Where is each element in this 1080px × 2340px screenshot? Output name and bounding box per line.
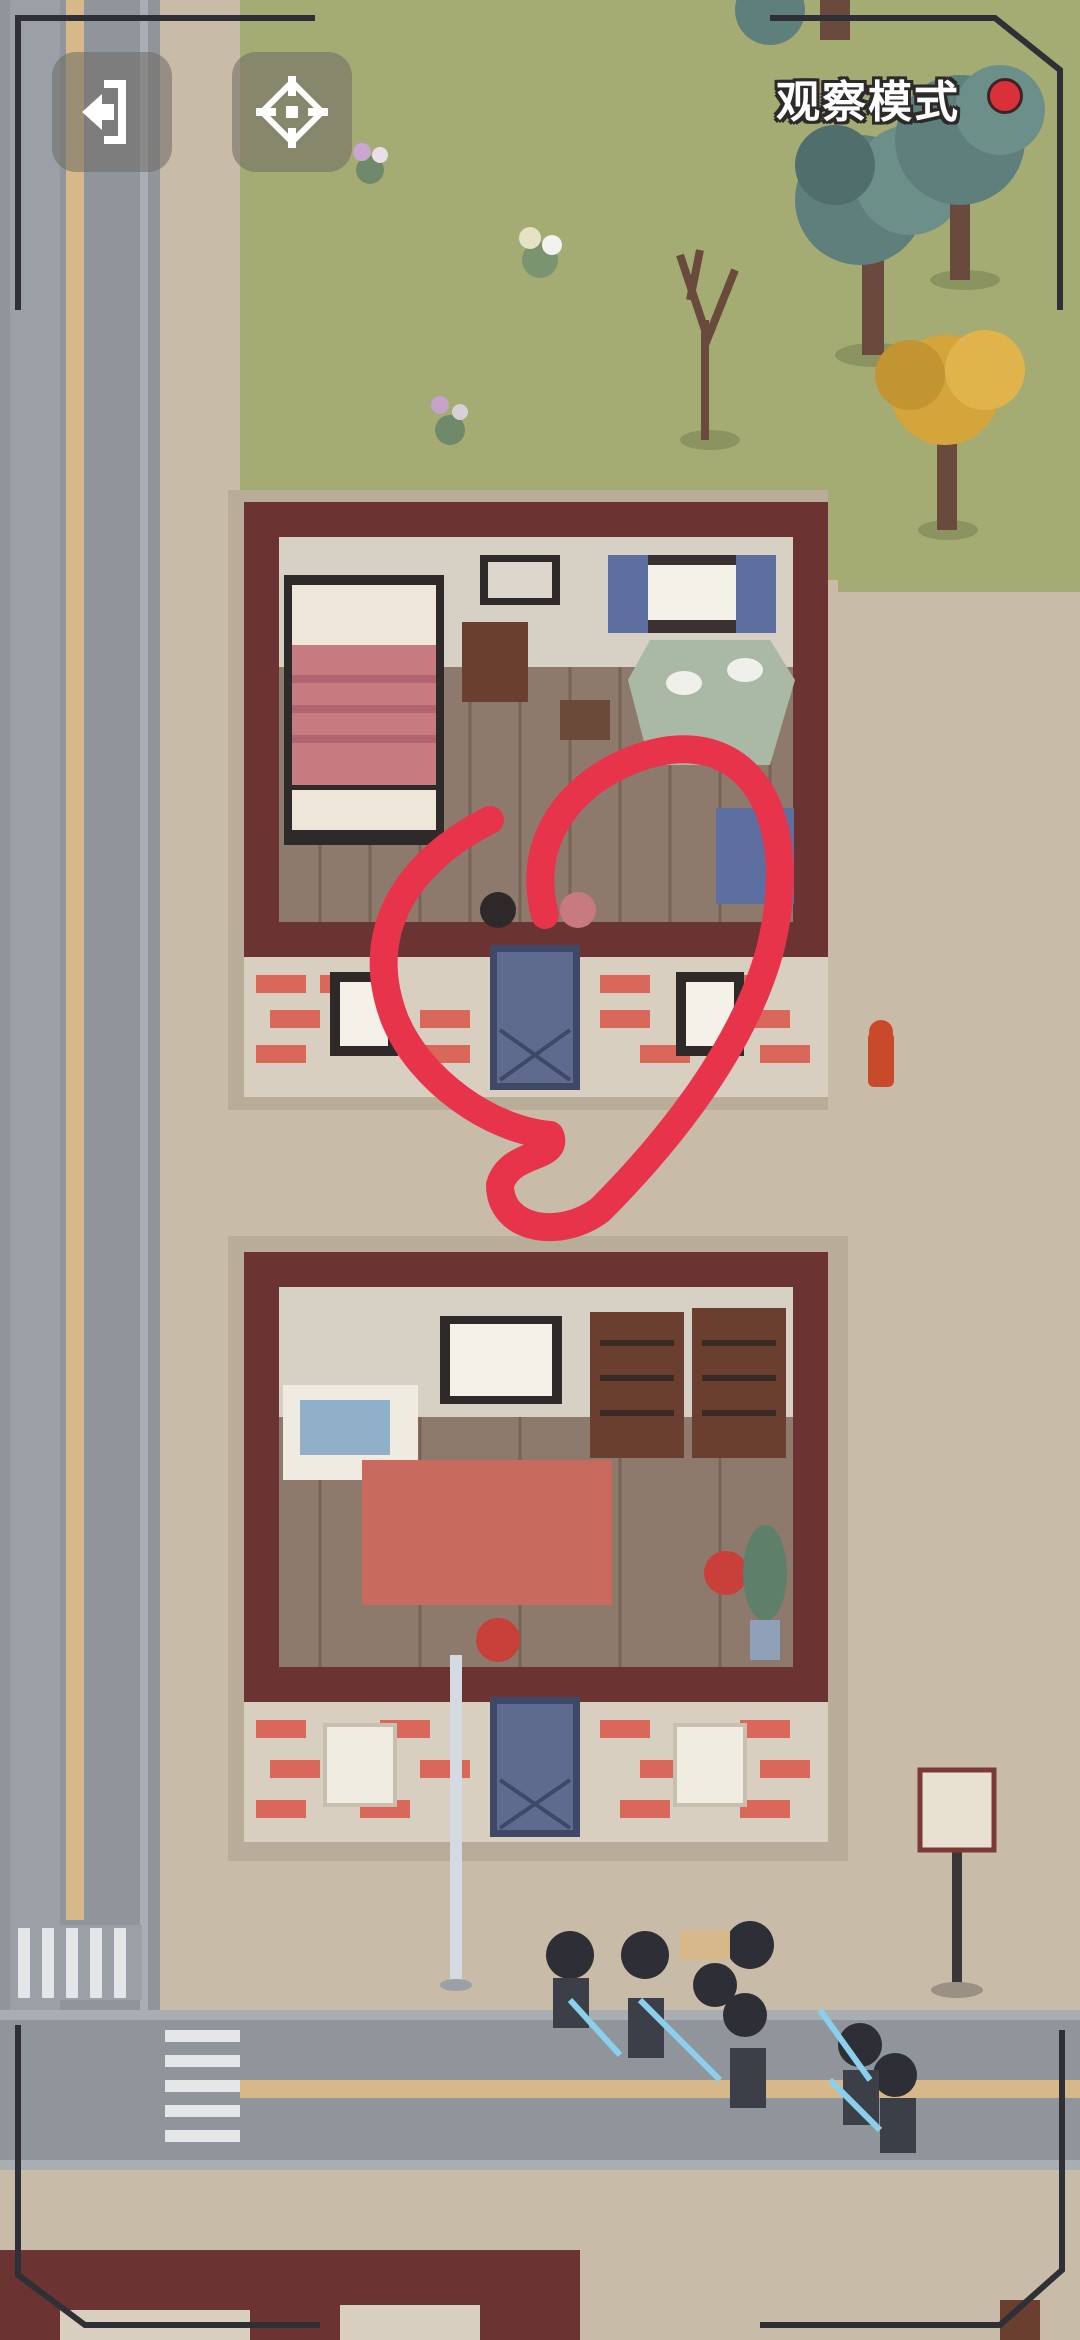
horizontal-road (0, 2010, 1080, 2170)
record-indicator-icon (987, 78, 1023, 114)
focus-camera-button[interactable] (232, 52, 352, 172)
game-scene[interactable] (0, 0, 1080, 2340)
vertical-road (0, 0, 160, 2040)
exit-button[interactable] (52, 52, 172, 172)
fire-hydrant (868, 1020, 894, 1087)
observe-mode-label: 观察模式 (776, 77, 960, 128)
crosshair-focus-icon (256, 76, 328, 148)
house-study[interactable] (228, 1236, 848, 1861)
exit-door-icon (82, 80, 126, 144)
